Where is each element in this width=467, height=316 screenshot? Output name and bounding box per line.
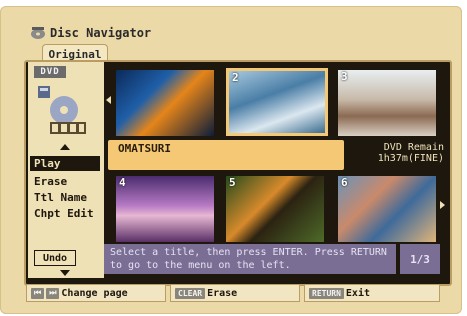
change-page-hint: ⏮ ⏭ Change page [26,284,166,302]
tab-original-label: Original [48,47,102,61]
help-message: Select a title, then press ENTER. Press … [104,244,396,274]
menu-item-title-name[interactable]: Ttl Name [30,190,100,205]
return-key: RETURN [309,287,344,299]
title-thumbnail-2[interactable]: 2 [226,68,328,136]
disc-icon [38,86,86,134]
thumbnail-number: 4 [119,176,126,189]
clear-key: CLEAR [175,287,206,299]
thumbnail-number: 3 [341,70,348,83]
thumbnail-number: 2 [232,71,239,84]
title-thumbnail-1[interactable] [116,70,214,136]
sidebar: DVD Play Erase Ttl Name Chpt Edit Undo [28,62,104,278]
exit-label: Exit [345,287,370,299]
scroll-up-arrow-icon[interactable] [60,144,70,150]
menu-item-label: Erase [34,175,68,188]
remain-label: DVD Remain [383,142,444,153]
page-indicator: 1/3 [400,244,440,274]
next-skip-key-icon: ⏭ [46,287,60,299]
disc-remaining: DVD Remain 1h37m(FINE) [354,142,444,164]
title-thumbnail-4[interactable]: 4 [116,176,214,242]
menu-item-play[interactable]: Play [30,156,100,171]
menu-item-chapter-edit[interactable]: Chpt Edit [30,206,100,221]
thumbnail-number: 6 [341,176,348,189]
title-bar: Disc Navigator [30,22,151,44]
menu-item-label: Chpt Edit [34,207,94,220]
selected-title-name: OMATSURI [118,142,171,155]
exit-hint: RETURN Exit [304,284,440,302]
scroll-down-arrow-icon[interactable] [60,270,70,276]
menu-item-label: Play [34,157,61,170]
prev-page-arrow-icon[interactable] [106,96,111,104]
dvd-badge: DVD [34,66,66,78]
disc-navigator-icon [31,27,45,39]
thumbnail-number: 5 [229,176,236,189]
undo-button[interactable]: Undo [34,250,76,266]
title-thumbnail-6[interactable]: 6 [338,176,436,242]
title-thumbnail-3[interactable]: 3 [338,70,436,136]
remain-value: 1h37m(FINE) [377,153,444,164]
footer-hints: ⏮ ⏭ Change page CLEAR Erase RETURN Exit [26,284,440,302]
erase-label: Erase [207,287,238,299]
erase-hint: CLEAR Erase [170,284,300,302]
selected-title-bar: OMATSURI [108,140,344,170]
next-page-arrow-icon[interactable] [440,201,445,209]
menu-item-erase[interactable]: Erase [30,174,100,189]
menu-item-label: Ttl Name [34,191,87,204]
window-title: Disc Navigator [50,26,152,40]
title-thumbnail-5[interactable]: 5 [226,176,324,242]
change-page-label: Change page [61,287,128,299]
prev-skip-key-icon: ⏮ [31,287,45,299]
